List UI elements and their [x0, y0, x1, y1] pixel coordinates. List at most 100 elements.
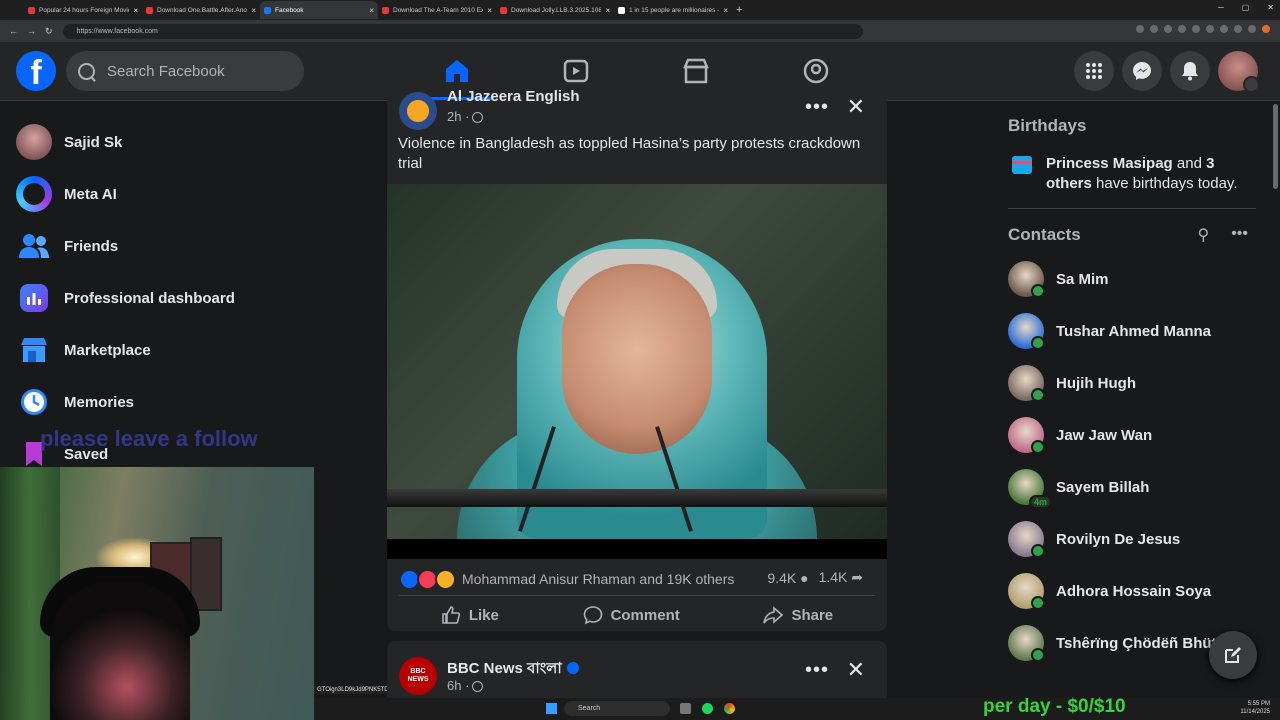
- sidebar-item-friends[interactable]: Friends: [8, 220, 308, 272]
- sidebar-item-professional-dashboard[interactable]: Professional dashboard: [8, 272, 308, 324]
- contact-item[interactable]: 4m Sayem Billah: [1008, 461, 1258, 513]
- reactions-row: Mohammad Anisur Rhaman and 19K others 9.…: [399, 568, 875, 590]
- browser-tab[interactable]: 1 in 15 people are millionaires - ×: [614, 1, 732, 19]
- sidebar-item-label: Friends: [64, 237, 119, 255]
- right-divider: [1008, 208, 1256, 209]
- comment-label: Comment: [610, 606, 680, 624]
- post-actions: Like Comment Share: [399, 600, 875, 630]
- contact-item[interactable]: Jaw Jaw Wan: [1008, 409, 1258, 461]
- taskbar-clock[interactable]: 5:55 PM 11/14/2025: [1240, 700, 1270, 716]
- reload-icon[interactable]: ↻: [45, 26, 53, 37]
- online-status-icon: [1031, 284, 1045, 298]
- birthday-notice[interactable]: Princess Masipag and 3 others have birth…: [1008, 154, 1258, 194]
- sidebar-item-meta-ai[interactable]: Meta AI: [8, 168, 308, 220]
- browser-tab[interactable]: Download One.Battle.After.Ano ×: [142, 1, 260, 19]
- contact-name: Rovilyn De Jesus: [1056, 530, 1181, 548]
- gift-icon: [1012, 156, 1032, 174]
- back-icon[interactable]: ←: [9, 26, 18, 36]
- contact-avatar: [1008, 573, 1045, 610]
- post2-time[interactable]: 6h ·: [447, 678, 484, 693]
- close-icon[interactable]: ✕: [847, 657, 865, 683]
- sidebar-item-label: Sajid Sk: [64, 133, 123, 151]
- messenger-icon[interactable]: [1122, 51, 1162, 91]
- tab-close-icon[interactable]: ×: [369, 6, 374, 15]
- thumbs-up-icon: [442, 606, 460, 624]
- facebook-logo[interactable]: f: [16, 51, 56, 92]
- more-options-icon[interactable]: •••: [805, 96, 829, 119]
- new-tab-button[interactable]: +: [736, 4, 742, 16]
- contact-item[interactable]: Hujih Hugh: [1008, 357, 1258, 409]
- post2-author-avatar[interactable]: BBC NEWS: [399, 657, 437, 695]
- browser-tab[interactable]: Download Jolly.LLB.3.2025.1080 ×: [496, 1, 614, 19]
- post-author-name[interactable]: Al Jazeera English: [447, 88, 580, 105]
- account-avatar[interactable]: [1218, 51, 1260, 93]
- browser-tab[interactable]: Popular 24 hours Foreign Movie ×: [24, 1, 142, 19]
- task-view-icon[interactable]: [680, 703, 691, 714]
- windows-start-icon[interactable]: [546, 703, 557, 714]
- tab-close-icon[interactable]: ×: [605, 6, 610, 15]
- search-input[interactable]: [105, 61, 289, 81]
- stream-goal-text: per day - $0/$10: [983, 696, 1126, 717]
- tab-close-icon[interactable]: ×: [723, 6, 728, 15]
- page-scrollbar[interactable]: [1273, 104, 1278, 189]
- sidebar-item-memories[interactable]: Memories: [8, 376, 308, 428]
- taskbar-search[interactable]: Search: [564, 701, 670, 716]
- online-status-icon: [1031, 336, 1045, 350]
- minimize-icon[interactable]: ─: [1218, 3, 1224, 12]
- contact-item[interactable]: Tushar Ahmed Manna: [1008, 305, 1258, 357]
- marketplace-nav-icon[interactable]: [683, 58, 709, 84]
- sidebar-item-marketplace[interactable]: Marketplace: [8, 324, 308, 376]
- home-icon[interactable]: [444, 58, 470, 84]
- url-input[interactable]: https://www.facebook.com: [62, 23, 863, 39]
- new-message-button[interactable]: [1209, 631, 1257, 679]
- browser-tab[interactable]: Download The A-Team 2010 Ext ×: [378, 1, 496, 19]
- contacts-more-icon[interactable]: •••: [1231, 225, 1248, 245]
- forward-icon[interactable]: →: [27, 26, 36, 36]
- search-contacts-icon[interactable]: ⚲: [1197, 225, 1209, 245]
- stream-overlay-text: please leave a follow: [40, 426, 258, 451]
- sidebar-item-label: Marketplace: [64, 341, 151, 359]
- reactions-summary[interactable]: Mohammad Anisur Rhaman and 19K others: [462, 571, 734, 587]
- post-author-avatar[interactable]: [399, 92, 437, 130]
- groups-icon[interactable]: [803, 58, 829, 84]
- tab-close-icon[interactable]: ×: [487, 6, 492, 15]
- notifications-bell-icon[interactable]: [1170, 51, 1210, 91]
- post-divider: [399, 595, 875, 596]
- contact-avatar: 4m: [1008, 469, 1052, 509]
- contact-avatar: [1008, 313, 1045, 350]
- post-image[interactable]: [387, 184, 887, 559]
- comment-bubble-icon: ●: [800, 569, 809, 586]
- contact-name: Adhora Hossain Soya: [1056, 582, 1212, 600]
- facebook-header: f: [0, 42, 1280, 101]
- share-button[interactable]: Share: [763, 605, 833, 625]
- online-status-icon: [1031, 596, 1045, 610]
- tab-close-icon[interactable]: ×: [133, 6, 138, 15]
- video-icon[interactable]: [563, 58, 589, 84]
- share-count[interactable]: 1.4K ➦: [819, 569, 863, 586]
- close-icon[interactable]: ✕: [847, 94, 865, 120]
- maximize-icon[interactable]: ▢: [1242, 3, 1250, 12]
- menu-grid-icon[interactable]: [1074, 51, 1114, 91]
- sidebar-item-profile[interactable]: Sajid Sk: [8, 116, 308, 168]
- contact-item[interactable]: Rovilyn De Jesus: [1008, 513, 1258, 565]
- contact-avatar: [1008, 261, 1045, 298]
- contact-name: Sayem Billah: [1056, 478, 1150, 496]
- chrome-icon[interactable]: [724, 703, 735, 714]
- meta-ai-icon: [16, 176, 52, 212]
- webcam-overlay: [0, 467, 314, 720]
- verified-badge-icon: [566, 662, 579, 674]
- post-time[interactable]: 2h ·: [447, 109, 484, 124]
- tab-close-icon[interactable]: ×: [251, 6, 256, 15]
- contact-item[interactable]: Adhora Hossain Soya: [1008, 565, 1258, 617]
- comment-button[interactable]: Comment: [583, 605, 680, 625]
- spotify-icon[interactable]: [702, 703, 713, 714]
- comment-count[interactable]: 9.4K ●: [767, 570, 808, 586]
- search-bar[interactable]: [66, 51, 304, 91]
- contact-item[interactable]: Sa Mim: [1008, 253, 1258, 305]
- right-column: Birthdays Princess Masipag and 3 others …: [1008, 116, 1258, 669]
- more-options-icon[interactable]: •••: [805, 659, 829, 682]
- close-window-icon[interactable]: ✕: [1267, 3, 1274, 12]
- tab-title: Popular 24 hours Foreign Movie: [39, 6, 130, 14]
- like-button[interactable]: Like: [441, 605, 499, 625]
- browser-tab[interactable]: Facebook ×: [260, 1, 378, 19]
